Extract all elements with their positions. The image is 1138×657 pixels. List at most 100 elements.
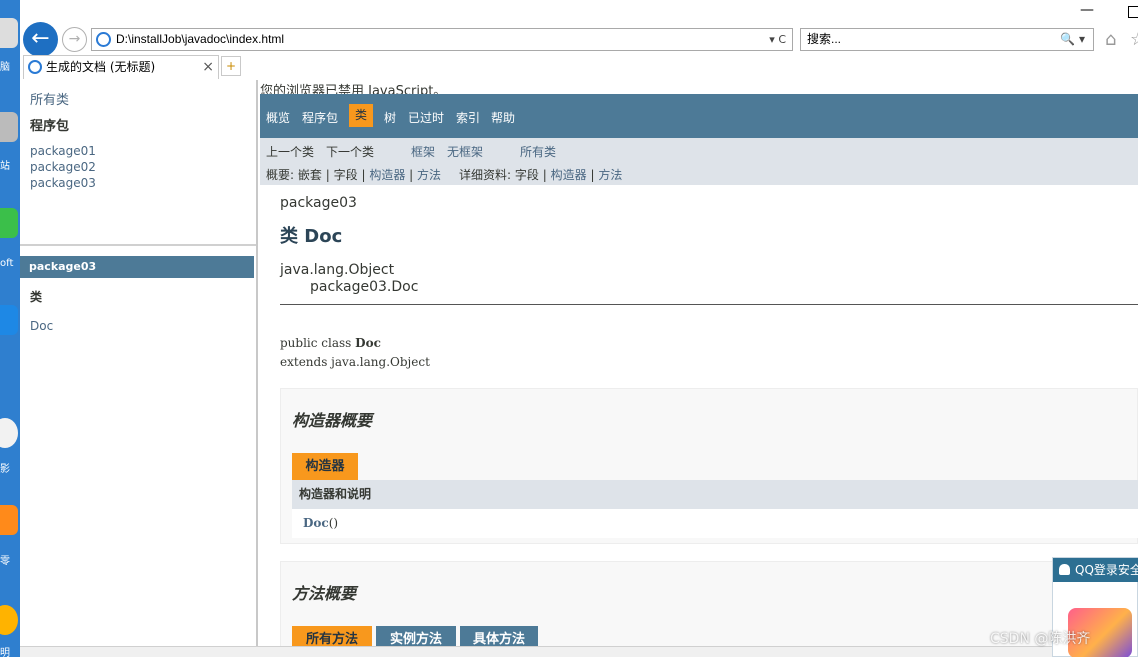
qq-popup-header: QQ登录安全 (1053, 558, 1138, 582)
class-extends: extends java.lang.Object (280, 355, 430, 369)
package-link[interactable]: package02 (30, 160, 96, 174)
constructor-params: () (328, 516, 339, 530)
prev-class-label: 上一个类 (266, 145, 315, 159)
back-button[interactable]: ← (23, 22, 58, 57)
class-title: 类 Doc (280, 226, 343, 247)
browser-tab[interactable]: 生成的文档 (无标题) × (23, 55, 219, 79)
app-orange-icon[interactable] (0, 505, 18, 535)
forward-button[interactable]: → (62, 27, 87, 52)
nav-deprecated[interactable]: 已过时 (408, 109, 444, 126)
search-input[interactable]: 搜索... (807, 29, 841, 50)
separator: | (325, 168, 330, 182)
address-dropdown-refresh-icon[interactable]: ▾ C (769, 29, 786, 50)
nav-tree[interactable]: 树 (384, 109, 396, 126)
detail-field: 字段 (514, 168, 539, 182)
package-link[interactable]: package03 (30, 176, 96, 190)
detail-label: 详细资料: (459, 168, 512, 182)
classes-heading: 类 (30, 290, 43, 304)
search-box[interactable]: 搜索... 🔍 ▾ (800, 28, 1094, 51)
desktop-label: 影 (0, 464, 10, 475)
desktop-label: 零 (0, 556, 10, 567)
summary-method-link[interactable]: 方法 (417, 168, 441, 182)
constructor-table-header: 构造器和说明 (292, 480, 1138, 509)
summary-nested: 嵌套 (297, 168, 322, 182)
qq-bell-icon (1059, 564, 1070, 575)
inheritance-parent: java.lang.Object (280, 262, 395, 278)
desktop-label: 脑 (0, 62, 10, 73)
tab-all-methods[interactable]: 所有方法 (292, 626, 372, 646)
desktop-label: 明 (0, 648, 10, 657)
desktop-label: oft (0, 258, 14, 269)
csdn-watermark: CSDN @陈洪齐 (990, 631, 1091, 647)
current-package-bar[interactable]: package03 (20, 256, 254, 278)
desktop-label: 站 (0, 161, 10, 172)
screen: 脑 站 oft 影 零 明 — ← → D:\installJob\javado… (0, 0, 1138, 657)
package-link[interactable]: package01 (30, 144, 96, 158)
app-blue-icon[interactable] (0, 305, 18, 335)
wechat-icon[interactable] (0, 418, 18, 448)
frames-link[interactable]: 框架 (411, 143, 435, 160)
app-yellow-icon[interactable] (0, 605, 18, 635)
package-label: package03 (280, 195, 357, 211)
table-row: Doc() (292, 509, 1138, 538)
packages-heading: 程序包 (30, 119, 70, 134)
nav-index[interactable]: 索引 (456, 109, 480, 126)
nav-overview[interactable]: 概览 (266, 109, 290, 126)
divider (280, 304, 1138, 305)
ie-tab-icon (28, 60, 42, 74)
method-summary-title: 方法概要 (292, 584, 357, 603)
ie-page-icon (96, 32, 111, 47)
sub-navbar: 上一个类 下一个类 框架 无框架 所有类 概要: 嵌套 | 字段 | 构造器 |… (260, 138, 1138, 185)
constructor-doc-link[interactable]: Doc (303, 516, 329, 530)
declaration-prefix: public class (280, 336, 356, 350)
tab-instance-methods[interactable]: 实例方法 (376, 626, 456, 646)
detail-nav: 详细资料: 字段 | 构造器 | 方法 (459, 166, 622, 183)
constructor-summary-block: 构造器概要 构造器 构造器和说明 Doc() (280, 388, 1138, 544)
package-list-frame: 所有类 程序包 package01 package02 package03 (20, 80, 256, 246)
tab-concrete-methods[interactable]: 具体方法 (460, 626, 538, 646)
constructor-summary-title: 构造器概要 (292, 411, 373, 430)
detail-constructor-link[interactable]: 构造器 (551, 168, 587, 182)
separator: | (590, 168, 595, 182)
class-link-doc[interactable]: Doc (30, 319, 53, 333)
declaration-class-name: Doc (355, 336, 381, 350)
summary-field: 字段 (333, 168, 358, 182)
app-green-icon[interactable] (0, 208, 18, 238)
favorites-star-icon[interactable]: ☆ (1130, 29, 1138, 50)
home-icon[interactable]: ⌂ (1105, 29, 1116, 50)
tab-close-icon[interactable]: × (202, 56, 214, 78)
nav-class-active: 类 (349, 104, 373, 127)
status-bar (20, 646, 1138, 657)
constructor-caption-tab: 构造器 (292, 453, 358, 480)
nav-help[interactable]: 帮助 (491, 109, 515, 126)
tab-title: 生成的文档 (无标题) (46, 60, 156, 74)
all-classes-link[interactable]: 所有类 (30, 89, 69, 108)
recycle-bin-icon[interactable] (0, 112, 18, 142)
no-frames-link[interactable]: 无框架 (447, 143, 483, 160)
summary-nav: 概要: 嵌套 | 字段 | 构造器 | 方法 (266, 166, 441, 183)
desktop-strip: 脑 站 oft 影 零 明 (0, 0, 20, 657)
nav-package[interactable]: 程序包 (302, 109, 338, 126)
address-url[interactable]: D:\installJob\javadoc\index.html (116, 29, 284, 50)
new-tab-button[interactable]: + (221, 56, 241, 76)
separator: | (542, 168, 547, 182)
search-icon[interactable]: 🔍 ▾ (1060, 29, 1085, 50)
maximize-button[interactable] (1128, 6, 1138, 18)
class-declaration: public class Doc (280, 336, 381, 350)
summary-constructor-link[interactable]: 构造器 (369, 168, 405, 182)
separator: | (361, 168, 366, 182)
minimize-button[interactable]: — (1080, 2, 1094, 18)
top-navbar: 概览 程序包 类 树 已过时 索引 帮助 (260, 94, 1138, 138)
all-classes-subnav-link[interactable]: 所有类 (520, 143, 556, 160)
class-frame: 您的浏览器已禁用 JavaScript。 概览 程序包 类 树 已过时 索引 帮… (260, 80, 1138, 646)
qq-popup-title: QQ登录安全 (1075, 563, 1138, 577)
separator: | (409, 168, 414, 182)
left-frame: 所有类 程序包 package01 package02 package03 pa… (20, 80, 258, 646)
summary-label: 概要: (266, 168, 295, 182)
inheritance-child: package03.Doc (310, 279, 419, 295)
browser-chrome: — ← → D:\installJob\javadoc\index.html ▾… (20, 0, 1138, 80)
desktop-computer-icon[interactable] (0, 18, 18, 48)
detail-method-link[interactable]: 方法 (598, 168, 622, 182)
address-bar[interactable]: D:\installJob\javadoc\index.html ▾ C (91, 28, 793, 51)
next-class-label: 下一个类 (326, 145, 375, 159)
